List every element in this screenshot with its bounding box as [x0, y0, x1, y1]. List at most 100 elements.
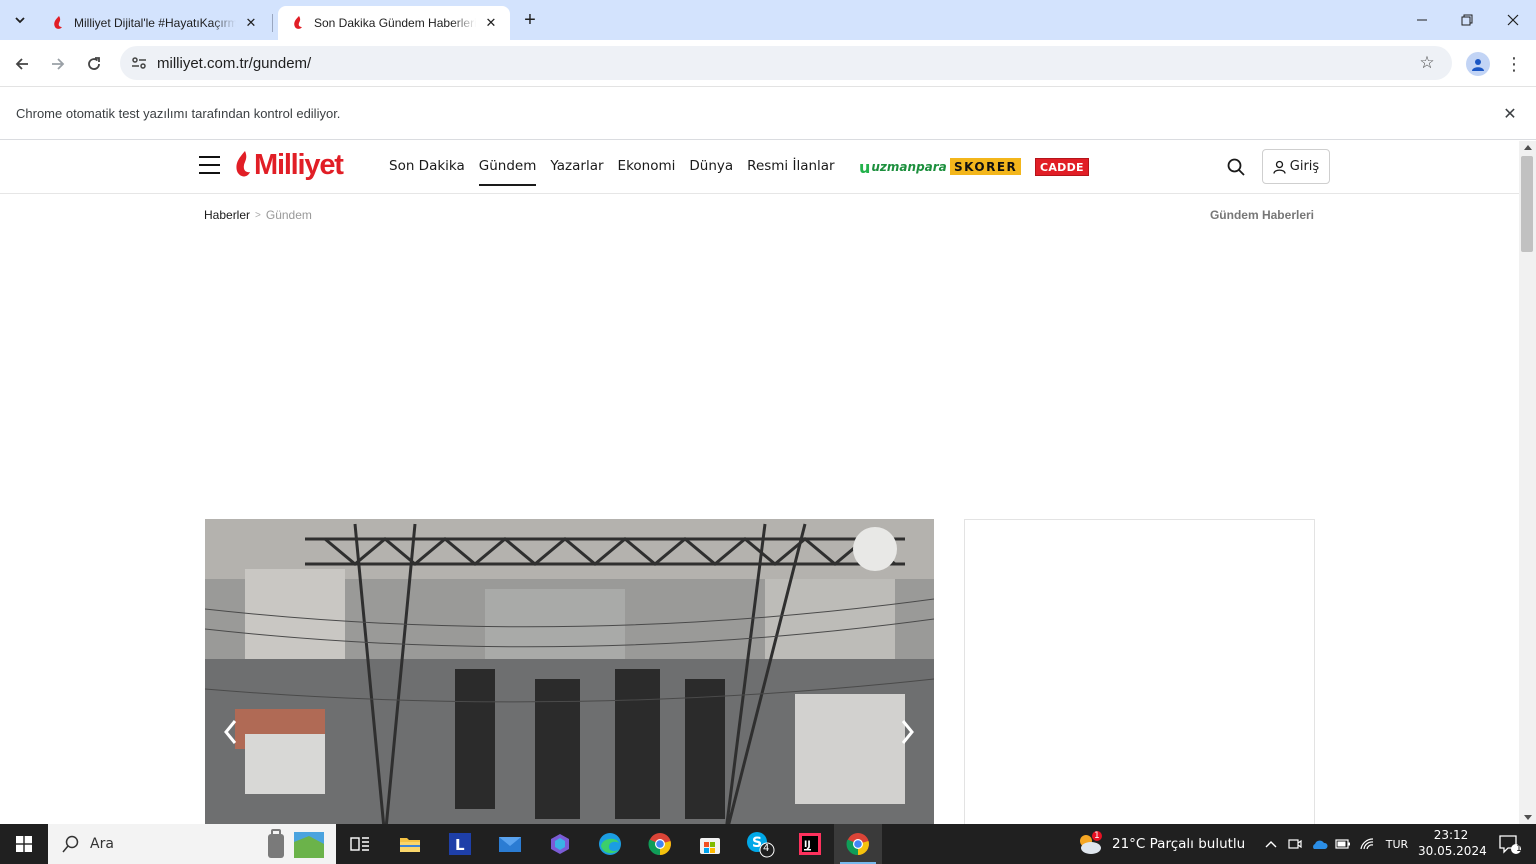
uzmanpara-link[interactable]: u uzmanpara [859, 157, 947, 177]
minimize-icon [1417, 19, 1427, 21]
login-button[interactable]: Giriş [1262, 149, 1330, 184]
hero-slider[interactable] [205, 519, 934, 824]
tab-title: Milliyet Dijital'le #HayatıKaçırma [74, 16, 236, 30]
copilot-icon [551, 834, 569, 854]
slider-next-button[interactable] [897, 715, 919, 749]
scroll-up-arrow-icon[interactable] [1524, 145, 1532, 150]
user-icon [1273, 160, 1286, 174]
battery-tray-icon[interactable] [1332, 824, 1354, 864]
tab-search-button[interactable] [8, 8, 32, 32]
automation-infobar: Chrome otomatik test yazılımı tarafından… [0, 88, 1536, 140]
minimize-button[interactable] [1399, 0, 1445, 40]
l-app-button[interactable]: L [436, 824, 484, 864]
login-label: Giriş [1289, 159, 1320, 174]
tab-strip: Milliyet Dijital'le #HayatıKaçırma ✕ Son… [0, 0, 1536, 40]
search-highlight-icon [268, 829, 324, 858]
edge-button[interactable] [586, 824, 634, 864]
nav-ekonomi[interactable]: Ekonomi [618, 158, 676, 186]
weather-text: 21°C Parçalı bulutlu [1112, 836, 1246, 852]
search-icon [1227, 158, 1245, 176]
bookmark-star-icon[interactable]: ☆ [1416, 52, 1438, 74]
nav-yazarlar[interactable]: Yazarlar [550, 158, 603, 186]
address-bar[interactable]: milliyet.com.tr/gundem/ ☆ [120, 46, 1452, 80]
start-button[interactable] [0, 824, 48, 864]
hamburger-menu-icon[interactable] [199, 156, 221, 174]
main-nav: Son Dakika Gündem Yazarlar Ekonomi Dünya… [389, 158, 849, 186]
taskbar-search[interactable]: Ara [48, 824, 336, 864]
tab-milliyet-dijital[interactable]: Milliyet Dijital'le #HayatıKaçırma ✕ [38, 6, 270, 40]
mail-icon [499, 837, 521, 852]
tab-separator [272, 14, 273, 32]
profile-avatar[interactable] [1466, 52, 1490, 76]
skype-badge: 4 [763, 843, 770, 854]
restore-icon [1461, 14, 1473, 26]
nav-resmi-ilanlar[interactable]: Resmi İlanlar [747, 158, 834, 186]
scroll-thumb[interactable] [1521, 156, 1533, 252]
meet-now-tray-icon[interactable] [1284, 824, 1306, 864]
slider-prev-button[interactable] [219, 715, 241, 749]
site-search-button[interactable] [1226, 157, 1248, 179]
clock-date: 30.05.2024 [1418, 844, 1487, 858]
milliyet-logo[interactable]: Milliyet [234, 147, 344, 183]
forward-button[interactable] [44, 50, 72, 78]
notification-badge: 1 [1516, 844, 1522, 854]
site-info-icon[interactable] [130, 54, 148, 72]
close-window-button[interactable] [1490, 0, 1536, 40]
onedrive-tray-icon[interactable] [1308, 824, 1330, 864]
chrome-taskbar-button[interactable] [636, 824, 684, 864]
infobar-close-icon[interactable]: ✕ [1500, 104, 1520, 124]
chrome-active-taskbar-button[interactable] [834, 824, 882, 864]
cadde-link[interactable]: CADDE [1035, 158, 1089, 176]
tab-gundem[interactable]: Son Dakika Gündem Haberleri - M ✕ [278, 6, 510, 40]
nav-gundem[interactable]: Gündem [478, 158, 537, 186]
intellij-icon: IJ [799, 833, 821, 855]
weather-widget[interactable]: 1 21°C Parçalı bulutlu [1076, 824, 1245, 864]
skorer-label: SKORER [954, 159, 1018, 174]
chevron-up-icon [1265, 841, 1277, 848]
milliyet-favicon-icon [50, 15, 66, 31]
nav-son-dakika[interactable]: Son Dakika [389, 158, 465, 186]
skorer-link[interactable]: SKORER [950, 158, 1022, 175]
notification-center-button[interactable]: 1 [1492, 824, 1528, 864]
page-scrollbar[interactable] [1519, 141, 1536, 824]
cloud-icon [1313, 840, 1328, 849]
chrome-menu-icon[interactable]: ⋮ [1504, 50, 1524, 78]
store-icon [700, 838, 720, 854]
back-button[interactable] [8, 50, 36, 78]
breadcrumb-current: Gündem [265, 208, 312, 222]
restore-button[interactable] [1444, 0, 1490, 40]
show-hidden-icons-button[interactable] [1260, 824, 1282, 864]
tab-close-icon[interactable]: ✕ [242, 14, 260, 32]
reload-button[interactable] [80, 50, 108, 78]
flame-logo-icon [236, 151, 250, 177]
chevron-left-icon [224, 720, 237, 744]
uzmanpara-label: uzmanpara [871, 160, 947, 174]
store-button[interactable] [686, 824, 734, 864]
battery-icon [1335, 839, 1350, 849]
chevron-right-icon: > [255, 209, 261, 221]
new-tab-button[interactable]: + [518, 8, 542, 32]
copilot-button[interactable] [536, 824, 584, 864]
task-view-button[interactable] [336, 824, 384, 864]
intellij-button[interactable]: IJ [786, 824, 834, 864]
scroll-down-arrow-icon[interactable] [1524, 815, 1532, 820]
cadde-label: CADDE [1040, 160, 1084, 174]
mail-button[interactable] [486, 824, 534, 864]
ad-placeholder [205, 236, 1315, 511]
sidebar-ad-box [964, 519, 1315, 824]
breadcrumb-home[interactable]: Haberler [204, 208, 250, 222]
search-icon [62, 835, 79, 853]
taskbar-clock[interactable]: 23:12 30.05.2024 [1418, 827, 1487, 859]
windows-taskbar: Ara L S 4 IJ 1 21°C Parçalı bulutlu TUR … [0, 824, 1536, 864]
file-explorer-button[interactable] [386, 824, 434, 864]
hero-image [205, 519, 934, 824]
tab-close-icon[interactable]: ✕ [482, 14, 500, 32]
wifi-tray-icon[interactable] [1356, 824, 1378, 864]
chevron-down-icon [15, 17, 25, 24]
skype-button[interactable]: S 4 [736, 824, 784, 864]
logo-text: Milliyet [254, 148, 344, 181]
folder-icon [400, 838, 420, 852]
language-indicator[interactable]: TUR [1380, 824, 1414, 864]
arrow-left-icon [15, 58, 28, 70]
nav-dunya[interactable]: Dünya [689, 158, 733, 186]
